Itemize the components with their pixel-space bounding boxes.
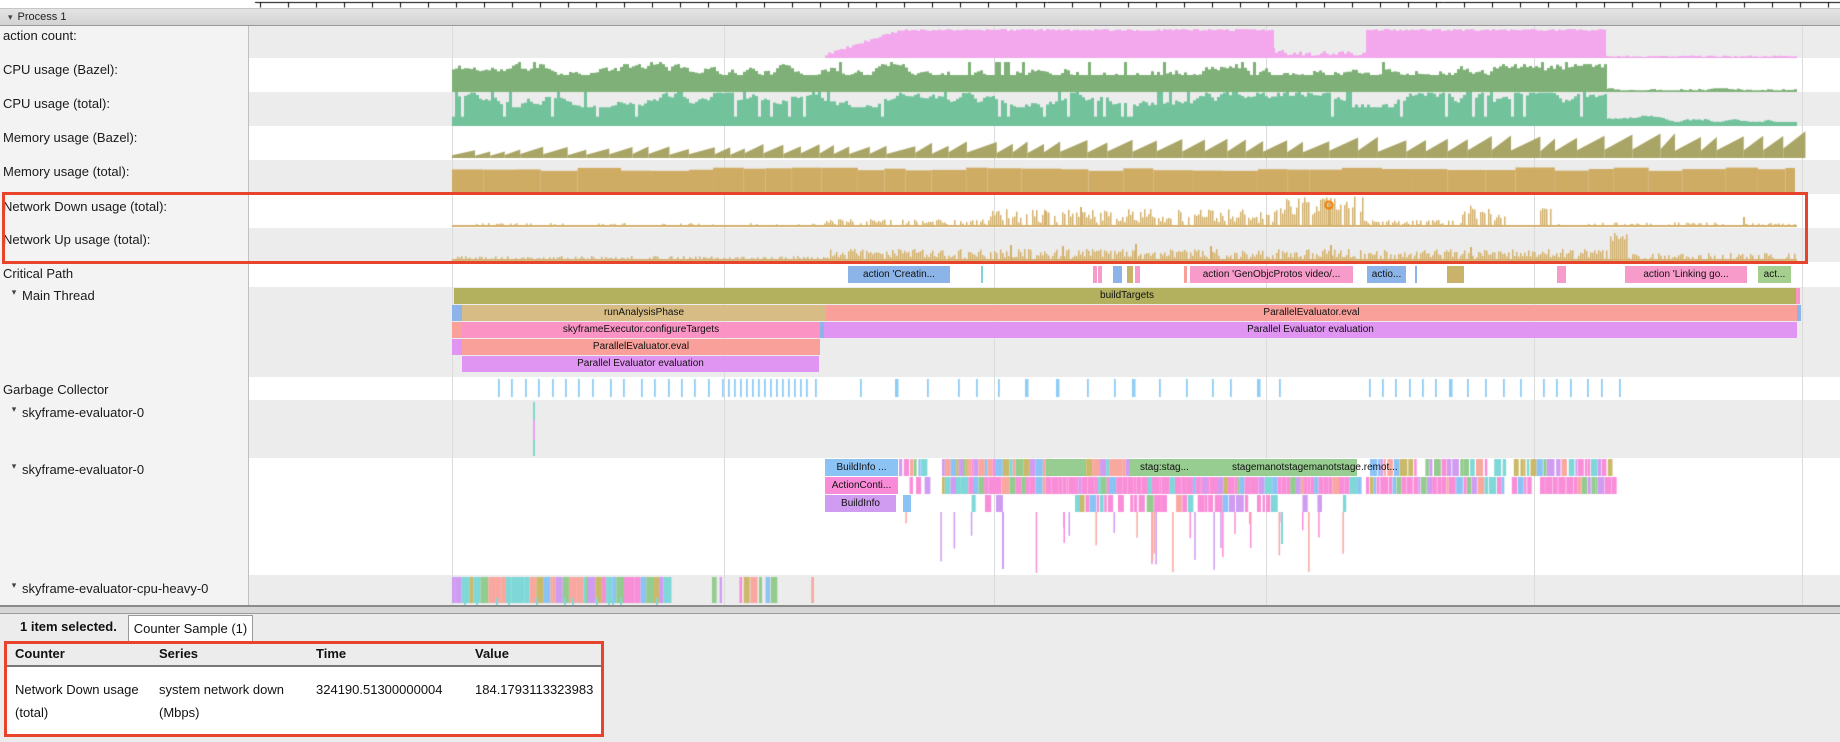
- critical-path-block[interactable]: [1127, 266, 1133, 283]
- table-cell: system network down (Mbps): [159, 678, 284, 724]
- critical-path-block[interactable]: action 'Creatin...: [848, 266, 950, 283]
- track-label[interactable]: skyframe-evaluator-cpu-heavy-0: [22, 580, 208, 598]
- main-thread-span[interactable]: [452, 305, 462, 321]
- tab-counter-sample[interactable]: Counter Sample (1): [128, 615, 253, 641]
- time-ruler[interactable]: [0, 0, 1840, 8]
- column-header[interactable]: Counter: [15, 646, 65, 661]
- critical-path-block[interactable]: [1415, 266, 1417, 283]
- main-thread-span[interactable]: runAnalysisPhase: [462, 305, 826, 321]
- track-label[interactable]: Garbage Collector: [3, 381, 109, 399]
- process-title: Process 1: [18, 11, 67, 23]
- skyframe-span[interactable]: [1046, 459, 1086, 476]
- main-thread-span[interactable]: skyframeExecutor.configureTargets: [462, 322, 820, 338]
- critical-path-block[interactable]: [1113, 266, 1122, 283]
- critical-path-block[interactable]: [1098, 266, 1102, 283]
- critical-path-block[interactable]: [1135, 266, 1140, 283]
- main-thread-span[interactable]: buildTargets: [454, 288, 1800, 304]
- track-label[interactable]: Memory usage (total):: [3, 163, 129, 181]
- track-label[interactable]: action count:: [3, 27, 77, 45]
- track-label[interactable]: Network Down usage (total):: [3, 198, 167, 216]
- column-header[interactable]: Time: [316, 646, 346, 661]
- collapse-arrow-icon[interactable]: ▾: [8, 287, 20, 298]
- column-header[interactable]: Series: [159, 646, 198, 661]
- skyframe-span[interactable]: BuildInfo: [825, 495, 896, 512]
- track-label[interactable]: skyframe-evaluator-0: [22, 404, 144, 422]
- table-cell: 184.1793113323983: [475, 678, 593, 701]
- collapse-arrow-icon[interactable]: ▾: [8, 12, 13, 23]
- column-header[interactable]: Value: [475, 646, 509, 661]
- collapse-arrow-icon[interactable]: ▾: [8, 404, 20, 415]
- table-cell: 324190.51300000004: [316, 678, 443, 701]
- track-label[interactable]: Network Up usage (total):: [3, 231, 150, 249]
- main-thread-span[interactable]: Parallel Evaluator evaluation: [824, 322, 1797, 338]
- track-label[interactable]: CPU usage (total):: [3, 95, 110, 113]
- critical-path-block[interactable]: act...: [1758, 266, 1791, 283]
- main-thread-span[interactable]: [1796, 288, 1800, 304]
- collapse-arrow-icon[interactable]: ▾: [8, 580, 20, 591]
- critical-path-block[interactable]: actio...: [1367, 266, 1406, 283]
- counter-sample-table: Counter Series Time Value Network Down usag…: [4, 641, 604, 737]
- critical-path-block[interactable]: [1557, 266, 1566, 283]
- trace-viewer: ▾ Process 1 action count: CPU usage (Baze…: [0, 0, 1840, 742]
- panel-divider[interactable]: [0, 605, 1840, 614]
- main-thread-span[interactable]: [452, 339, 462, 355]
- table-header-row: Counter Series Time Value: [4, 641, 604, 667]
- skyframe-span[interactable]: ActionConti...: [825, 477, 898, 494]
- main-thread-span[interactable]: ParallelEvaluator.eval: [462, 339, 820, 355]
- collapse-arrow-icon[interactable]: ▾: [8, 461, 20, 472]
- details-panel: 1 item selected. Counter Sample (1) Coun…: [0, 614, 1840, 742]
- critical-path-block[interactable]: [981, 266, 983, 283]
- main-thread-span[interactable]: [452, 322, 462, 338]
- track-label[interactable]: Critical Path: [3, 265, 73, 283]
- selection-status: 1 item selected.: [20, 619, 117, 634]
- skyframe-span-label: stagemanotstagemanotstage.remot...: [1232, 459, 1398, 476]
- track-label-sidebar: action count: CPU usage (Bazel): CPU usage…: [0, 26, 249, 605]
- process-header-bar[interactable]: ▾ Process 1: [0, 8, 1840, 26]
- track-label[interactable]: Main Thread: [22, 287, 95, 305]
- main-thread-span[interactable]: Parallel Evaluator evaluation: [462, 356, 819, 372]
- track-label[interactable]: CPU usage (Bazel):: [3, 61, 118, 79]
- track-label[interactable]: skyframe-evaluator-0: [22, 461, 144, 479]
- critical-path-block[interactable]: action 'GenObjcProtos video/...: [1190, 266, 1353, 283]
- critical-path-block[interactable]: [1093, 266, 1097, 283]
- critical-path-block[interactable]: [1184, 266, 1187, 283]
- table-cell: Network Down usage (total): [15, 678, 139, 724]
- skyframe-span-label: stag:stag...: [1140, 459, 1189, 476]
- main-thread-span[interactable]: [1797, 305, 1801, 321]
- track-label[interactable]: Memory usage (Bazel):: [3, 129, 137, 147]
- main-thread-span[interactable]: ParallelEvaluator.eval: [826, 305, 1797, 321]
- critical-path-block[interactable]: [1447, 266, 1464, 283]
- timeline-area[interactable]: action 'Creatin... action 'GenObjcProtos …: [249, 26, 1840, 605]
- skyframe-span[interactable]: [903, 495, 911, 512]
- critical-path-block[interactable]: action 'Linking go...: [1625, 266, 1747, 283]
- skyframe-span[interactable]: BuildInfo ...: [825, 459, 898, 476]
